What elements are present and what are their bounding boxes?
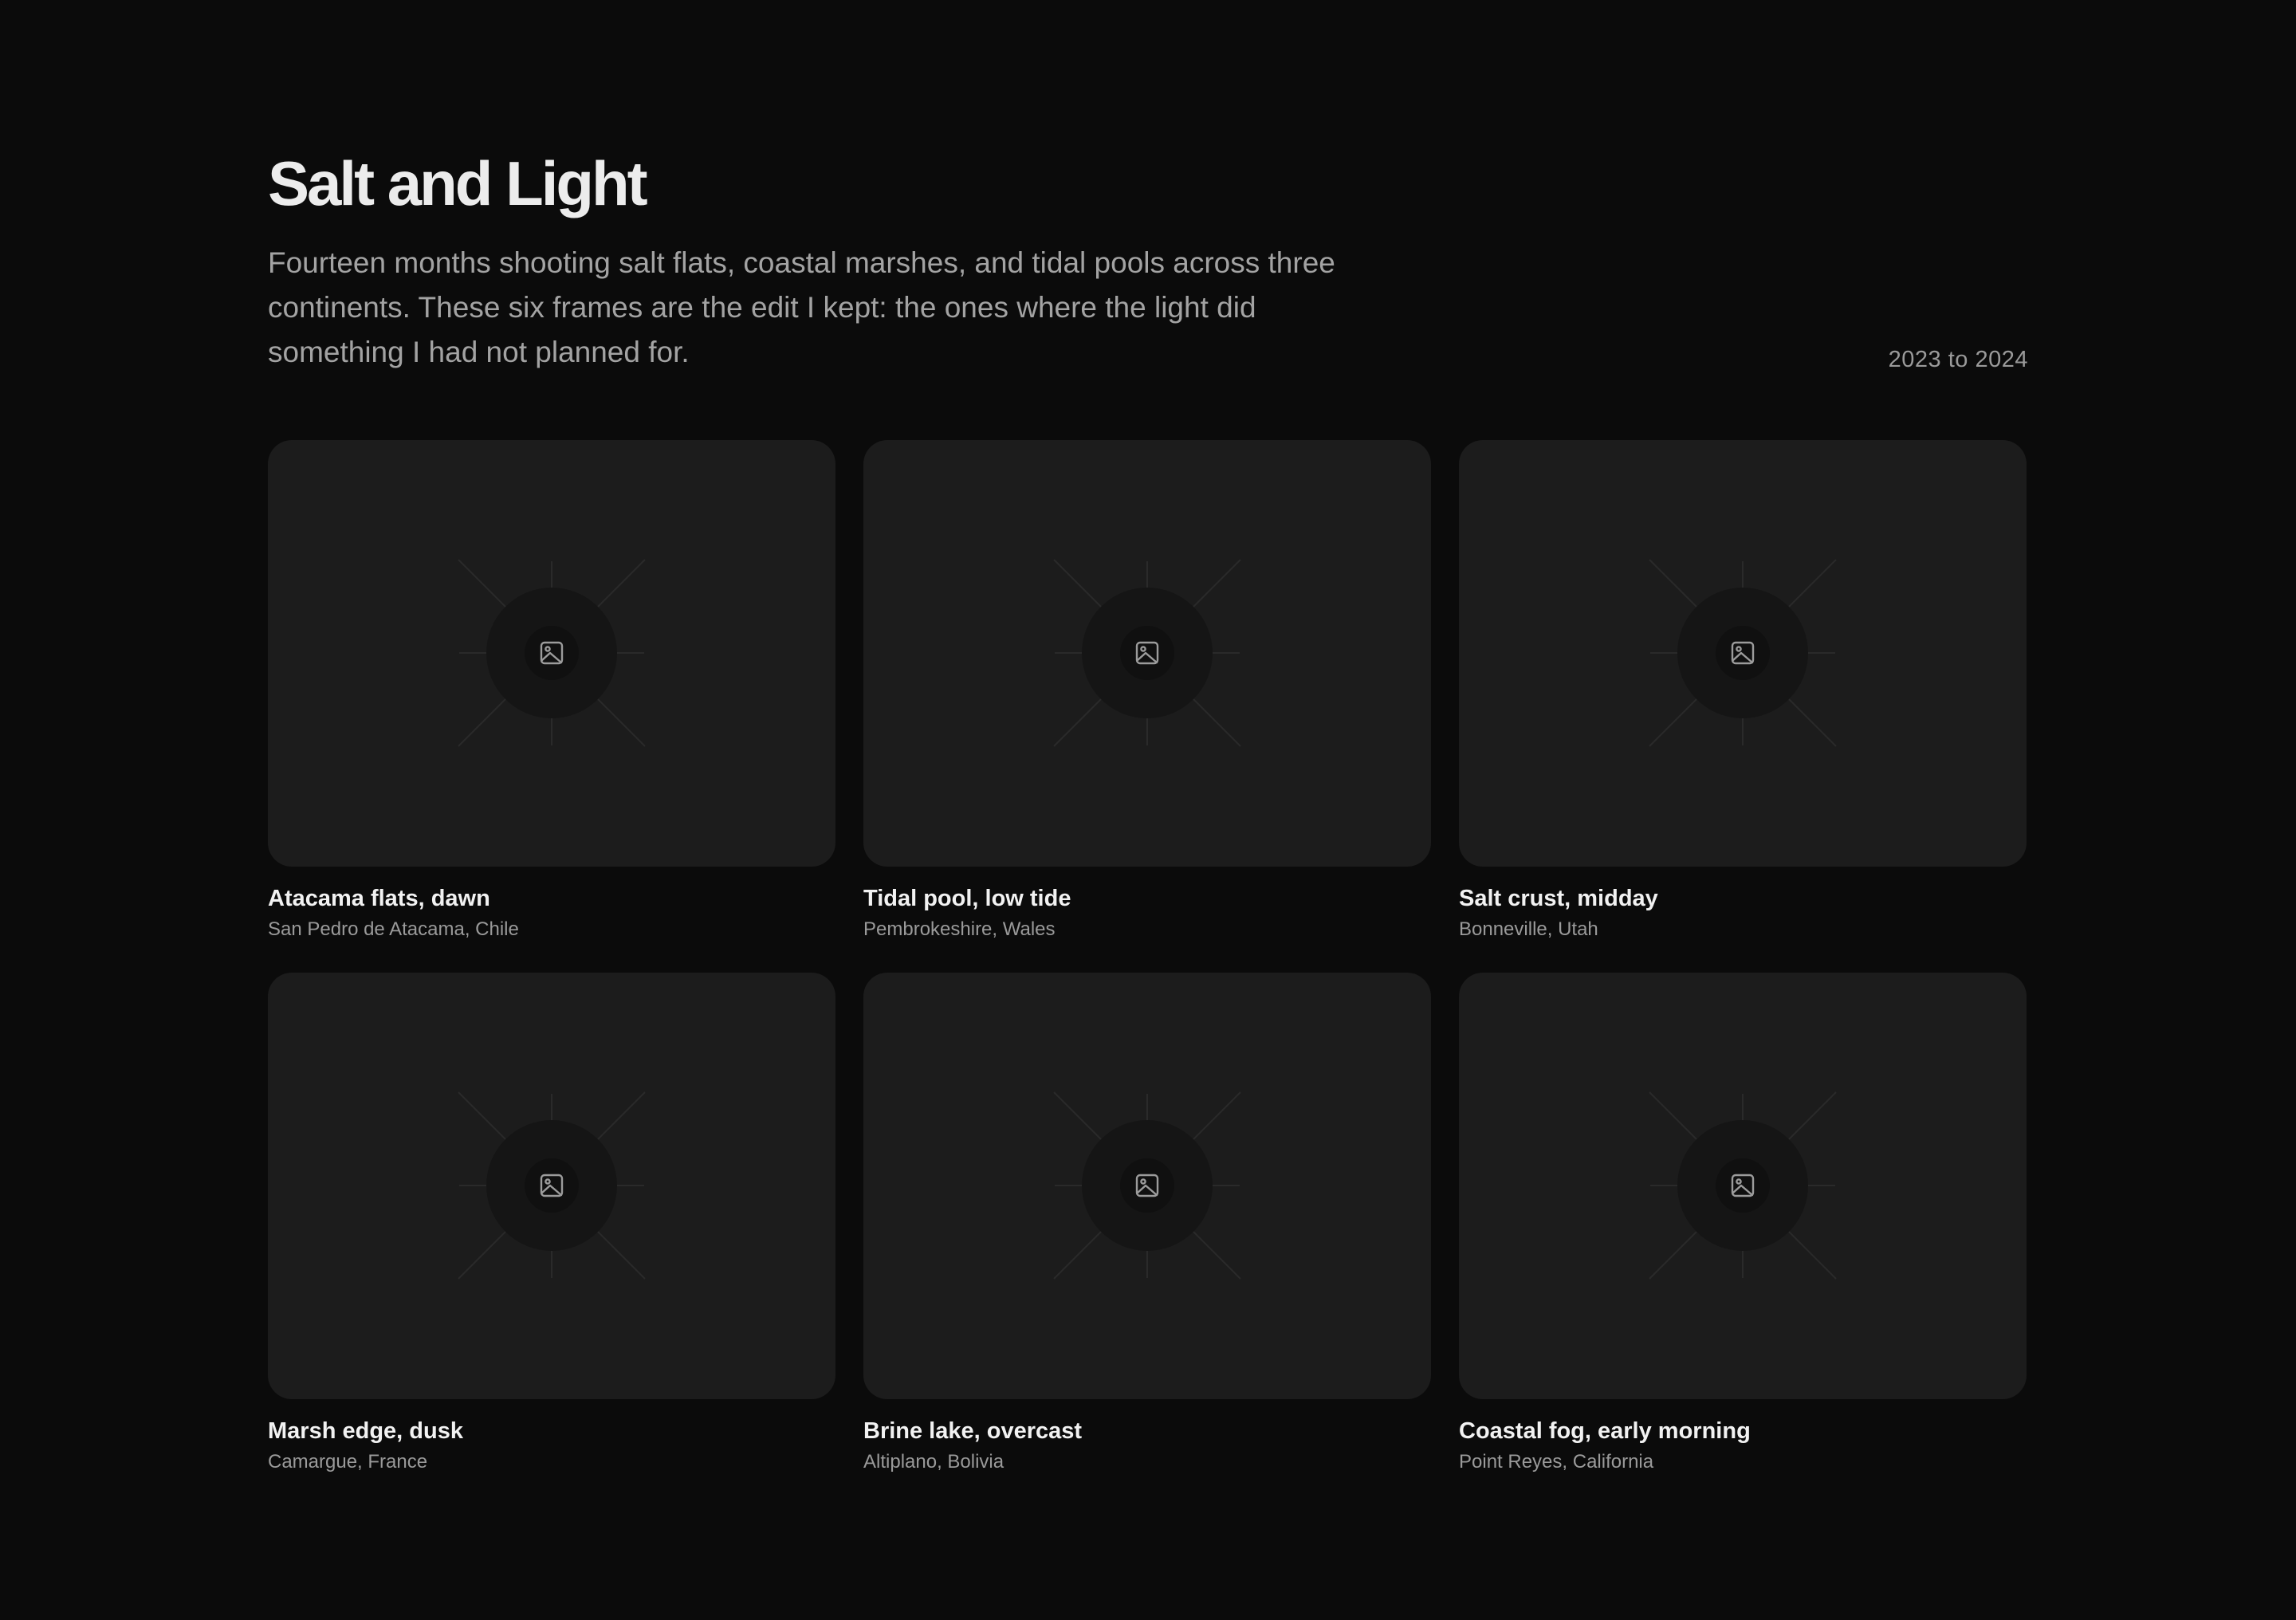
photo-frame[interactable] [863,440,1431,867]
image-placeholder-icon [1649,559,1837,747]
photo-frame[interactable] [268,973,835,1399]
photo-location: Camargue, France [268,1451,428,1473]
photo-card: Salt crust, midday Bonneville, Utah [1459,440,2027,943]
photo-frame[interactable] [863,973,1431,1399]
gallery-header: Salt and Light Fourteen months shooting … [268,0,2028,440]
image-placeholder-icon [1053,559,1241,747]
photo-frame[interactable] [268,440,835,867]
photo-grid: Atacama flats, dawn San Pedro de Atacama… [268,440,2028,1476]
photo-card: Marsh edge, dusk Camargue, France [268,973,835,1476]
photo-frame[interactable] [1459,440,2027,867]
image-placeholder-icon [458,559,646,747]
photo-title: Atacama flats, dawn [268,886,490,911]
photo-title: Tidal pool, low tide [863,886,1071,911]
photo-card: Tidal pool, low tide Pembrokeshire, Wale… [863,440,1431,943]
photo-title: Salt crust, midday [1459,886,1658,911]
photo-title: Marsh edge, dusk [268,1418,463,1444]
photo-card: Brine lake, overcast Altiplano, Bolivia [863,973,1431,1476]
photo-card: Atacama flats, dawn San Pedro de Atacama… [268,440,835,943]
page: Salt and Light Fourteen months shooting … [268,0,2028,1473]
page-title: Salt and Light [268,148,648,218]
photo-title: Coastal fog, early morning [1459,1418,1751,1444]
date-range: 2023 to 2024 [1888,347,2028,372]
photo-location: San Pedro de Atacama, Chile [268,918,519,940]
photo-location: Point Reyes, California [1459,1451,1654,1473]
photo-location: Pembrokeshire, Wales [863,918,1056,940]
photo-location: Altiplano, Bolivia [863,1451,1005,1473]
photo-title: Brine lake, overcast [863,1418,1083,1444]
image-placeholder-icon [1053,1091,1241,1280]
intro-paragraph: Fourteen months shooting salt flats, coa… [268,246,1335,368]
photo-location: Bonneville, Utah [1459,918,1598,940]
image-placeholder-icon [1649,1091,1837,1280]
photo-frame[interactable] [1459,973,2027,1399]
photo-card: Coastal fog, early morning Point Reyes, … [1459,973,2027,1476]
image-placeholder-icon [458,1091,646,1280]
